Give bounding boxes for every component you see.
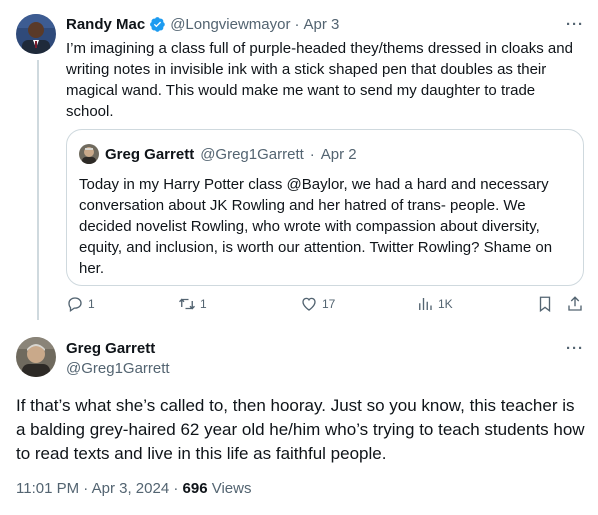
- quote-handle[interactable]: @Greg1Garrett: [200, 146, 304, 163]
- tweet2-metadata: 11:01 PM · Apr 3, 2024 · 696 Views: [16, 480, 251, 497]
- views-button[interactable]: 1K: [416, 292, 453, 316]
- quote-header: Greg Garrett @Greg1Garrett · Apr 2: [79, 144, 357, 164]
- verified-badge-icon: [150, 16, 165, 32]
- retweet-icon: [179, 298, 195, 310]
- tweet1-author-name[interactable]: Randy Mac: [66, 16, 145, 33]
- tweet1-header: Randy Mac @Longviewmayor · Apr 3: [66, 14, 339, 34]
- reply-count: 1: [88, 297, 95, 311]
- reply-button[interactable]: 1: [66, 292, 95, 316]
- avatar-greg-garrett[interactable]: [16, 337, 56, 377]
- tweet2-separator2: ·: [173, 480, 179, 497]
- tweet2-date[interactable]: Apr 3, 2024: [92, 480, 170, 497]
- retweet-count: 1: [200, 297, 207, 311]
- like-button[interactable]: 17: [300, 292, 335, 316]
- views-chart-icon: [419, 298, 432, 310]
- retweet-button[interactable]: 1: [178, 292, 207, 316]
- avatar-randy-mac[interactable]: [16, 14, 56, 54]
- tweet2-views-count: 696: [182, 480, 208, 497]
- tweet1-action-bar: 1 1 17 1K: [66, 292, 586, 316]
- tweet2-handle[interactable]: @Greg1Garrett: [66, 359, 170, 379]
- quote-text: Today in my Harry Potter class @Baylor, …: [79, 176, 553, 277]
- tweet1-handle[interactable]: @Longviewmayor: [170, 16, 290, 33]
- heart-icon: [302, 297, 316, 311]
- tweet2-author-name[interactable]: Greg Garrett: [66, 339, 170, 359]
- tweet2-time[interactable]: 11:01 PM: [16, 480, 79, 497]
- quote-date[interactable]: Apr 2: [321, 146, 357, 163]
- bookmark-icon: [539, 296, 551, 313]
- tweet2-separator1: ·: [83, 480, 89, 497]
- tweet1-text: I’m imagining a class full of purple-hea…: [66, 40, 573, 120]
- tweet2-views-label: Views: [211, 480, 252, 497]
- tweet1-more-icon[interactable]: ···: [566, 17, 584, 32]
- quoted-tweet-card[interactable]: Greg Garrett @Greg1Garrett · Apr 2 Today…: [66, 129, 584, 286]
- tweet1-date[interactable]: Apr 3: [303, 16, 339, 33]
- views-count: 1K: [438, 297, 453, 311]
- thread-connector-line: [37, 60, 39, 320]
- tweet1-separator: ·: [294, 15, 300, 33]
- share-icon: [568, 296, 582, 311]
- tweet2-more-icon[interactable]: ···: [566, 341, 584, 356]
- avatar-greg-garrett-small: [79, 144, 99, 164]
- quote-separator: ·: [309, 145, 315, 163]
- tweet2-text: If that’s what she’s called to, then hoo…: [16, 396, 585, 463]
- quote-author-name[interactable]: Greg Garrett: [105, 146, 194, 163]
- reply-icon: [68, 297, 82, 313]
- bookmark-button[interactable]: [536, 292, 554, 316]
- tweet2-header: Greg Garrett @Greg1Garrett: [66, 339, 170, 379]
- like-count: 17: [322, 297, 336, 311]
- share-button[interactable]: [566, 292, 584, 316]
